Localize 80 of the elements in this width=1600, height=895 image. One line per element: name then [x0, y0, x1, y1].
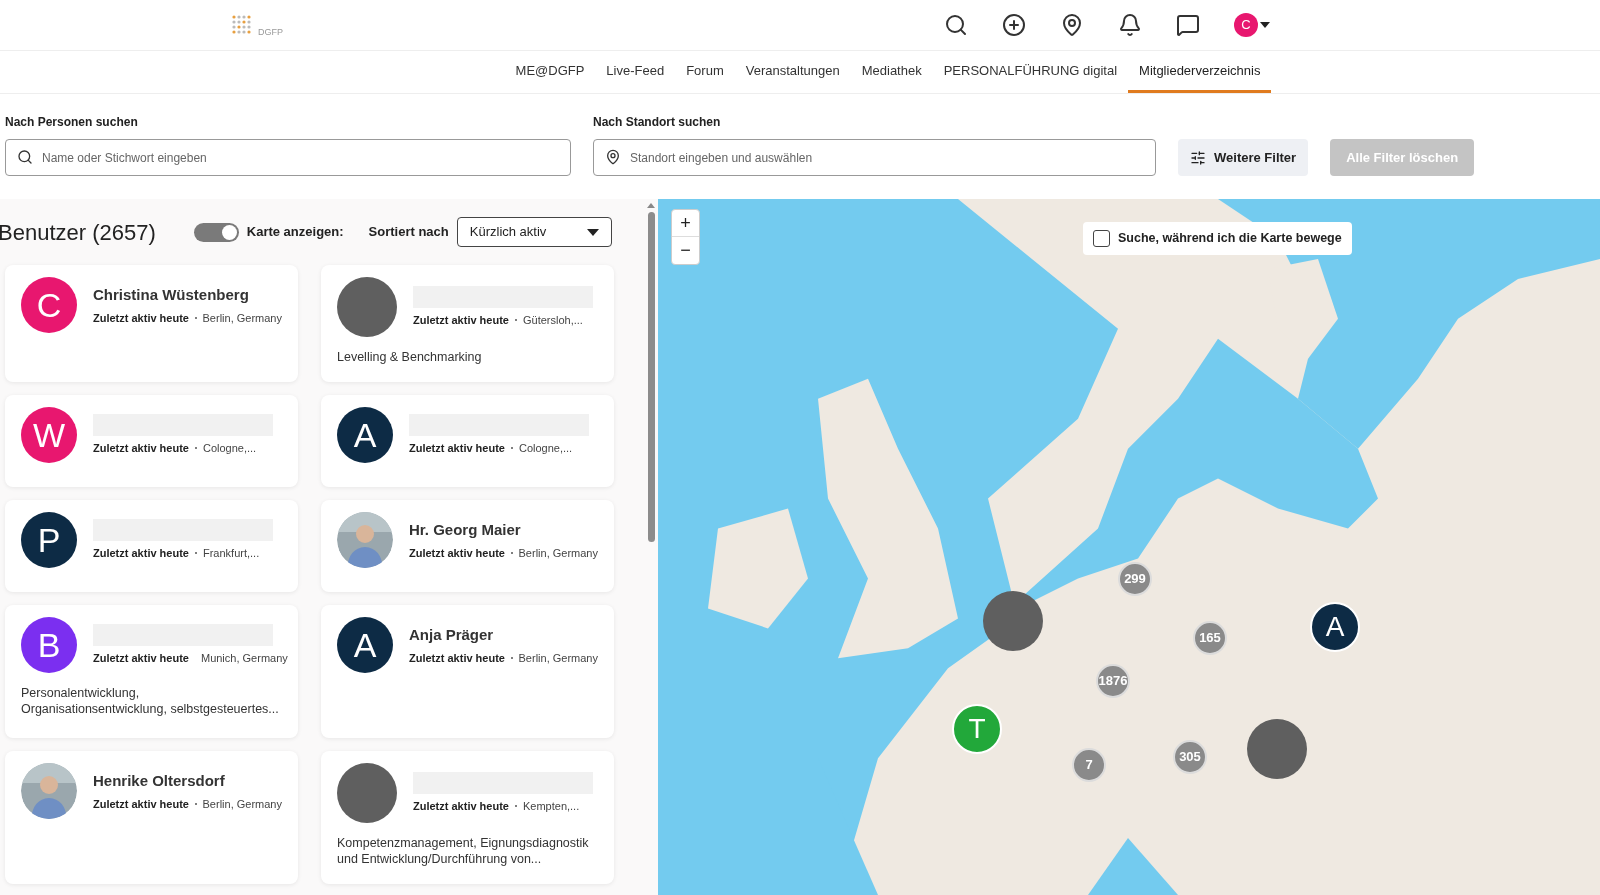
- zoom-out-button[interactable]: −: [672, 237, 699, 264]
- avatar: W: [21, 407, 77, 463]
- nav-tab[interactable]: Live-Feed: [595, 51, 676, 93]
- notification-icon[interactable]: [1118, 13, 1142, 37]
- activity-status: Zuletzt aktiv heute: [93, 797, 189, 812]
- map-toggle[interactable]: [193, 222, 239, 242]
- avatar: [337, 277, 397, 337]
- member-bio: Kompetenzmanagement, Eignungsdiagnostik und Entwicklung/Durchführung von...: [337, 835, 590, 867]
- toggle-label: Karte anzeigen:: [246, 223, 344, 242]
- member-name: Christina Wüstenberg: [93, 284, 250, 305]
- avatar: A: [337, 617, 393, 673]
- logo-text: DGFP: [258, 26, 283, 40]
- checkbox-label: Suche, während ich die Karte bewege: [1118, 230, 1342, 248]
- search-icon[interactable]: [944, 13, 968, 37]
- field-label: Nach Standort suchen: [593, 114, 722, 131]
- nav-tab[interactable]: Forum: [675, 51, 735, 93]
- sliders-icon: [1190, 149, 1206, 166]
- list-title: Benutzer (2657): [0, 218, 156, 247]
- more-filters-button[interactable]: Weitere Filter: [1178, 139, 1309, 176]
- nav-tab[interactable]: Mediathek: [850, 51, 933, 93]
- member-location: Cologne,...: [518, 440, 573, 456]
- activity-status: Zuletzt aktiv heute: [93, 440, 189, 456]
- scroll-up-icon[interactable]: [647, 203, 655, 208]
- sort-dropdown[interactable]: Kürzlich aktiv: [456, 217, 612, 247]
- add-icon[interactable]: [1002, 13, 1026, 37]
- member-card[interactable]: Zuletzt aktiv heute Kempten,... Kompetenzmanagement, Eignungsdiagnostik und Entwicklung/Durchführung von...: [321, 751, 614, 884]
- member-location: Berlin, Germany: [202, 797, 282, 812]
- member-bio: Personalentwicklung, Organisationsentwicklung, selbstgesteuertes...: [21, 685, 280, 717]
- activity-status: Zuletzt aktiv heute: [409, 440, 505, 456]
- person-search-field[interactable]: Name oder Stichwort eingeben: [5, 139, 571, 176]
- member-name: Hr. Georg Maier: [409, 519, 522, 540]
- activity-status: Zuletzt aktiv heute: [409, 651, 505, 666]
- activity-status: Zuletzt aktiv heute: [93, 311, 189, 326]
- field-label: Nach Personen suchen: [5, 114, 139, 131]
- member-location: Berlin, Germany: [518, 546, 598, 561]
- search-icon: [17, 149, 33, 165]
- member-location: Berlin, Germany: [202, 311, 282, 326]
- nav-tab[interactable]: PERSONALFÜHRUNG digital: [932, 51, 1129, 93]
- caret-icon[interactable]: [1260, 22, 1270, 28]
- search-on-move-control[interactable]: Suche, während ich die Karte bewege: [1083, 222, 1352, 255]
- member-location: Berlin, Germany: [518, 651, 598, 666]
- activity-status: Zuletzt aktiv heute: [413, 798, 509, 814]
- nav-tab[interactable]: Veranstaltungen: [734, 51, 851, 93]
- activity-status: Zuletzt aktiv heute: [409, 546, 505, 561]
- user-avatar[interactable]: C: [1234, 13, 1258, 37]
- member-name: Henrike Oltersdorf: [93, 770, 226, 791]
- nav-tab[interactable]: Mitgliederverzeichnis: [1128, 51, 1272, 93]
- chat-icon[interactable]: [1176, 13, 1200, 37]
- member-card[interactable]: C Christina Wüstenberg Zuletzt aktiv heute Berlin, Germany: [5, 265, 298, 382]
- member-card[interactable]: W Zuletzt aktiv heute Cologne,...: [5, 395, 298, 487]
- activity-status: Zuletzt aktiv heute: [93, 545, 189, 561]
- avatar: P: [21, 512, 77, 568]
- member-card[interactable]: A Zuletzt aktiv heute Cologne,...: [321, 395, 614, 487]
- nav-tab[interactable]: ME@DGFP: [504, 51, 596, 93]
- location-pin-icon[interactable]: [1060, 13, 1084, 37]
- member-location: Munich, Germany: [200, 650, 288, 666]
- caret-icon: [586, 228, 599, 236]
- member-location: Kempten,...: [522, 798, 580, 814]
- member-name: Anja Präger: [409, 624, 495, 645]
- member-card[interactable]: B Zuletzt aktiv heute Munich, Germany Personalentwicklung, Organisationsentwicklung, selbstgesteuertes...: [5, 605, 298, 738]
- member-location: Gütersloh,...: [522, 312, 583, 328]
- member-card[interactable]: Zuletzt aktiv heute Gütersloh,... Levelling & Benchmarking: [321, 265, 614, 382]
- zoom-in-button[interactable]: +: [672, 210, 699, 237]
- member-card[interactable]: A Anja Präger Zuletzt aktiv heute Berlin, Germany: [321, 605, 614, 738]
- member-card[interactable]: Henrike Oltersdorf Zuletzt aktiv heute Berlin, Germany: [5, 751, 298, 884]
- location-search-field[interactable]: Standort eingeben und auswählen: [593, 139, 1156, 176]
- avatar: [337, 763, 397, 823]
- avatar: A: [337, 407, 393, 463]
- member-bio: Levelling & Benchmarking: [337, 349, 483, 365]
- location-pin-icon: [605, 149, 621, 165]
- member-location: Cologne,...: [202, 440, 257, 456]
- member-card[interactable]: Hr. Georg Maier Zuletzt aktiv heute Berlin, Germany: [321, 500, 614, 592]
- avatar: B: [21, 617, 77, 673]
- member-card[interactable]: P Zuletzt aktiv heute Frankfurt,...: [5, 500, 298, 592]
- activity-status: Zuletzt aktiv heute: [93, 650, 189, 666]
- activity-status: Zuletzt aktiv heute: [413, 312, 509, 328]
- sort-label: Sortiert nach: [368, 223, 449, 242]
- checkbox[interactable]: [1093, 230, 1110, 247]
- member-location: Frankfurt,...: [202, 545, 260, 561]
- avatar: C: [21, 277, 77, 333]
